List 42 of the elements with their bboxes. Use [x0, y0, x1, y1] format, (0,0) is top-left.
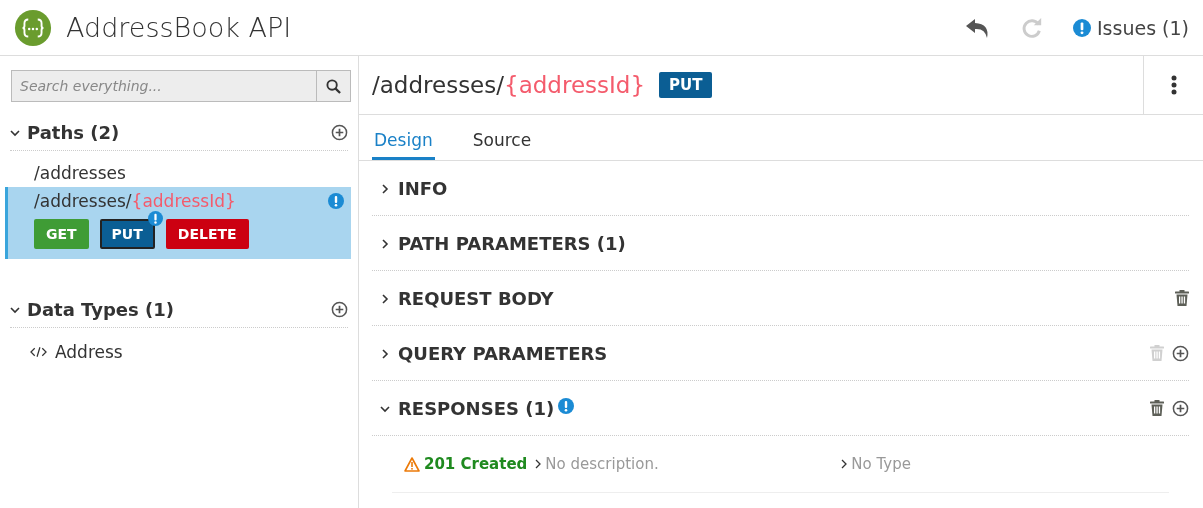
path-title: /addresses/{addressId}	[372, 72, 645, 98]
add-icon[interactable]	[331, 300, 348, 318]
response-code[interactable]: 201 Created	[424, 455, 528, 473]
trash-icon[interactable]	[1150, 400, 1164, 416]
chevron-icon[interactable]	[380, 403, 390, 414]
issues-button[interactable]: Issues (1)	[1073, 16, 1189, 39]
chevron-icon	[841, 459, 848, 469]
chevron-icon[interactable]	[380, 348, 390, 359]
redo-icon	[1021, 16, 1043, 39]
search-icon	[326, 78, 341, 94]
exclamation-icon	[1073, 18, 1091, 37]
add-icon[interactable]	[1172, 399, 1189, 417]
method-button[interactable]: PUT	[99, 219, 155, 249]
chevron-icon[interactable]	[10, 127, 20, 138]
add-icon[interactable]	[331, 123, 348, 141]
path-item[interactable]: /addresses	[34, 163, 126, 183]
add-icon[interactable]	[1172, 344, 1189, 362]
section-title[interactable]: QUERY PARAMETERS	[398, 342, 608, 364]
section-title[interactable]: PATH PARAMETERS (1)	[398, 232, 626, 254]
chevron-icon[interactable]	[380, 238, 390, 249]
app-title: AddressBook API	[66, 12, 293, 43]
search-button[interactable]	[317, 70, 351, 102]
chevron-icon[interactable]	[10, 304, 20, 315]
trash-icon[interactable]	[1175, 290, 1189, 306]
section-title[interactable]: INFO	[398, 177, 448, 199]
method-button[interactable]: DELETE	[165, 219, 249, 249]
tab[interactable]: Design	[372, 115, 435, 160]
logo-icon	[14, 8, 52, 47]
section-title[interactable]: Paths (2)	[27, 121, 120, 143]
code-icon	[30, 346, 47, 358]
chevron-icon	[535, 459, 542, 469]
chevron-icon[interactable]	[380, 293, 390, 304]
search-field[interactable]: Search everything...	[11, 70, 317, 102]
chevron-icon[interactable]	[380, 183, 390, 194]
section-title[interactable]: REQUEST BODY	[398, 287, 554, 309]
section-title[interactable]: Data Types (1)	[27, 298, 175, 320]
data-type-item[interactable]: Address	[55, 342, 123, 362]
section-title[interactable]: RESPONSES (1)	[398, 397, 555, 419]
kebab-menu-icon	[1170, 75, 1177, 95]
path-item[interactable]: /addresses/{addressId}	[34, 191, 236, 211]
method-badge: PUT	[659, 72, 713, 98]
tab[interactable]: Source	[470, 115, 534, 160]
